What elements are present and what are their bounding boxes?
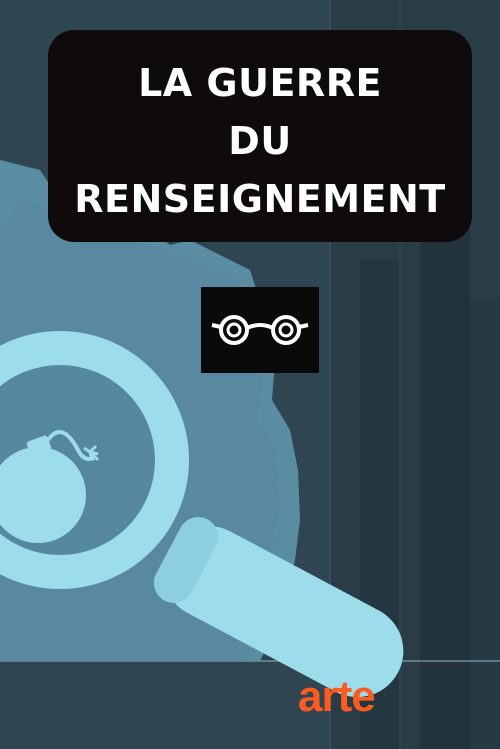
glasses-icon [211, 315, 309, 345]
title-box: LA GUERRE DU RENSEIGNEMENT [48, 30, 472, 242]
title-line-1: LA GUERRE [138, 61, 382, 105]
badge [201, 287, 319, 373]
title-line-2: DU [228, 119, 292, 163]
brand-logo: arte [298, 672, 376, 721]
title-line-3: RENSEIGNEMENT [74, 177, 446, 221]
poster: LA GUERRE DU RENSEIGNEMENT arte [0, 0, 500, 749]
